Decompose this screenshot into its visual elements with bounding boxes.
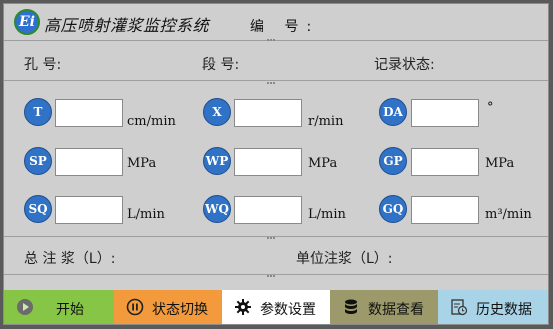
database-icon: [345, 299, 357, 314]
gq-unit: m³/min: [485, 207, 532, 222]
divider-grip: [267, 82, 277, 85]
sp-unit: MPa: [127, 156, 157, 171]
record-status-label: 记录状态:: [374, 57, 435, 73]
x-unit: r/min: [308, 114, 344, 129]
sq-unit: L/min: [127, 207, 165, 222]
app-title: 高压喷射灌浆监控系统: [44, 16, 210, 35]
divider-grip: [267, 39, 277, 42]
data-view-label: 数据查看: [368, 302, 424, 318]
gq-value-field[interactable]: [411, 196, 479, 224]
t-badge-icon: T: [24, 98, 52, 126]
hole-number-label: 孔 号:: [24, 57, 62, 73]
x-value-field[interactable]: [234, 99, 302, 127]
logo-text: Ei: [19, 14, 35, 30]
sq-badge-icon: SQ: [24, 195, 52, 223]
bottom-toolbar: 开始 状态切换 参数设置 数据查看 历史数据: [4, 290, 548, 324]
history-clock-icon: [451, 299, 468, 316]
wp-badge-icon: WP: [203, 147, 231, 175]
main-panel: Ei 高压喷射灌浆监控系统 编 号: 孔 号: 段 号: 记录状态: T cm/…: [3, 3, 549, 325]
sp-badge-icon: SP: [24, 147, 52, 175]
divider-grip: [267, 275, 277, 278]
gp-unit: MPa: [485, 156, 515, 171]
gp-badge-icon: GP: [379, 147, 407, 175]
parameter-settings-button[interactable]: 参数设置: [222, 290, 330, 324]
x-badge-icon: X: [203, 98, 231, 126]
wq-unit: L/min: [308, 207, 346, 222]
wp-value-field[interactable]: [234, 148, 302, 176]
wq-value-field[interactable]: [234, 196, 302, 224]
da-value-field[interactable]: [411, 99, 479, 127]
play-icon: [17, 299, 33, 315]
parameter-settings-label: 参数设置: [260, 302, 316, 318]
status-toggle-label: 状态切换: [152, 302, 208, 318]
divider-grip: [267, 237, 277, 240]
start-label: 开始: [56, 302, 84, 318]
unit-grout-label: 单位注浆（L）:: [296, 251, 393, 267]
wp-unit: MPa: [308, 156, 338, 171]
da-badge-icon: DA: [379, 98, 407, 126]
t-value-field[interactable]: [55, 99, 123, 127]
history-data-button[interactable]: 历史数据: [438, 290, 548, 324]
number-label: 编 号:: [250, 19, 320, 35]
ei-logo-icon: Ei: [14, 9, 40, 35]
divider: [4, 80, 548, 81]
wq-badge-icon: WQ: [203, 195, 231, 223]
start-button[interactable]: 开始: [4, 290, 114, 324]
data-view-button[interactable]: 数据查看: [330, 290, 438, 324]
header-bar: Ei 高压喷射灌浆监控系统 编 号:: [4, 4, 548, 41]
gp-value-field[interactable]: [411, 148, 479, 176]
segment-number-label: 段 号:: [202, 57, 240, 73]
history-data-label: 历史数据: [476, 302, 532, 318]
sq-value-field[interactable]: [55, 196, 123, 224]
gear-icon: [235, 299, 251, 315]
da-unit: °: [487, 100, 494, 115]
pause-icon: [126, 298, 144, 316]
gq-badge-icon: GQ: [379, 195, 407, 223]
total-grout-label: 总 注 浆（L）:: [24, 251, 116, 267]
t-unit: cm/min: [127, 114, 176, 129]
sp-value-field[interactable]: [55, 148, 123, 176]
status-toggle-button[interactable]: 状态切换: [114, 290, 222, 324]
